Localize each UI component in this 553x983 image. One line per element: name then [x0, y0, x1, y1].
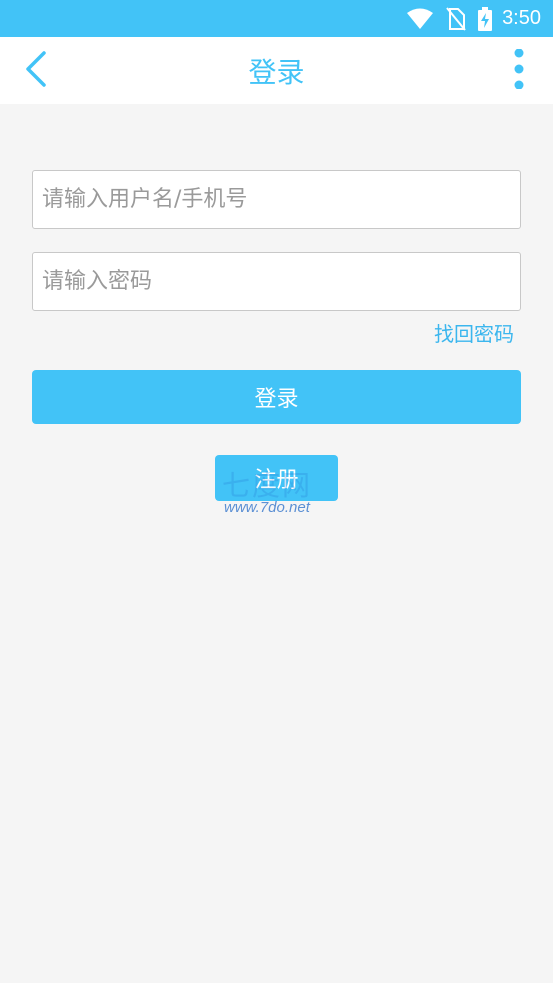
no-sim-icon	[446, 6, 466, 31]
page-title: 登录	[248, 55, 305, 89]
status-time: 3:50	[502, 7, 541, 29]
more-options-button[interactable]	[499, 47, 539, 95]
password-input[interactable]	[33, 253, 520, 310]
wifi-icon	[406, 8, 434, 30]
back-button[interactable]	[14, 47, 58, 95]
watermark-url: www.7do.net	[224, 499, 310, 516]
username-input[interactable]	[33, 171, 520, 228]
battery-charging-icon	[478, 6, 493, 31]
login-button[interactable]: 登录	[32, 370, 521, 424]
username-field-container	[32, 170, 521, 229]
forgot-password-link[interactable]: 找回密码	[434, 318, 514, 347]
register-button[interactable]: 注册	[215, 455, 338, 501]
app-bar: 登录	[0, 37, 553, 104]
more-vertical-icon	[513, 48, 525, 93]
status-bar: 3:50	[0, 0, 553, 37]
chevron-left-icon	[24, 51, 48, 91]
password-field-container	[32, 252, 521, 311]
